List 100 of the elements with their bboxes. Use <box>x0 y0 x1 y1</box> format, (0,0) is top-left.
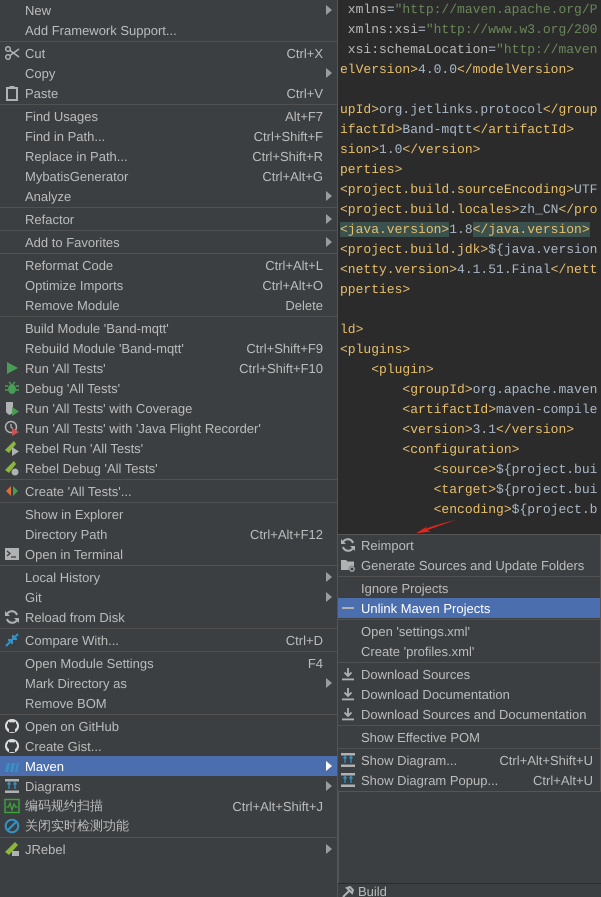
menu-item[interactable]: Rebuild Module 'Band-mqtt' Ctrl+Shift+F9 <box>0 338 337 358</box>
menu-item[interactable]: Unlink Maven Projects <box>338 598 600 618</box>
menu-item[interactable]: 关闭实时检测功能 <box>0 816 337 836</box>
menu-item[interactable]: Compare With... Ctrl+D <box>0 630 337 650</box>
code-line: <version>3.1</version> <box>401 421 574 439</box>
menu-item[interactable]: Optimize Imports Ctrl+Alt+O <box>0 275 337 295</box>
code-line: <netty.version>4.1.51.Final</nett <box>340 261 598 279</box>
rocket-bug-icon <box>4 460 20 476</box>
menu-item[interactable]: Local History <box>0 567 337 587</box>
minus-icon <box>342 607 354 609</box>
menu-item[interactable]: Reimport <box>338 535 600 555</box>
menu-item[interactable]: JRebel <box>0 839 337 859</box>
menu-item[interactable]: Diagrams <box>0 776 337 796</box>
menu-item[interactable]: Find in Path... Ctrl+Shift+F <box>0 126 337 146</box>
compare-arrows-icon <box>4 632 20 648</box>
bug-icon <box>4 380 20 396</box>
code-line: <artifactId>maven-compile <box>401 401 598 419</box>
terminal-icon <box>4 546 20 562</box>
menu-item[interactable]: Create Gist... <box>0 736 337 756</box>
shortcut-label: Ctrl+Alt+Shift+U <box>498 752 593 768</box>
shortcut-label: Ctrl+Alt+L <box>264 258 323 272</box>
waveform-icon <box>4 798 20 814</box>
menu-item[interactable]: Download Sources <box>338 664 600 684</box>
menu-item[interactable]: Directory Path Ctrl+Alt+F12 <box>0 524 337 544</box>
code-line: xmlns:xsi="http://www.w3.org/200 <box>346 21 598 39</box>
shortcut-label: Delete <box>284 298 323 312</box>
shortcut-label: Ctrl+Alt+F12 <box>249 526 323 542</box>
menu-item[interactable]: Open 'settings.xml' <box>338 621 600 641</box>
menu-item[interactable]: Open in Terminal <box>0 544 337 564</box>
menu-item[interactable]: Build Module 'Band-mqtt' <box>0 318 337 338</box>
clipboard-icon <box>4 85 20 101</box>
cat-logo-icon <box>4 718 20 734</box>
menu-item[interactable]: Maven <box>0 756 337 776</box>
menu-item[interactable]: Create 'profiles.xml' <box>338 641 600 661</box>
shortcut-label: Ctrl+Shift+R <box>251 148 323 164</box>
code-line: xmlns="http://maven.apache.org/P <box>346 1 598 19</box>
menu-item[interactable]: Show in Explorer <box>0 504 337 524</box>
refresh-icon <box>340 537 356 553</box>
diagram-icon <box>4 778 20 794</box>
cat-logo-icon <box>4 738 20 754</box>
menu-item[interactable]: Generate Sources and Update Folders <box>338 555 600 575</box>
shortcut-label: Ctrl+X <box>286 46 323 60</box>
arrows-icon <box>4 483 20 499</box>
shortcut-label: Ctrl+Alt+U <box>532 772 593 788</box>
code-line: <project.build.sourceEncoding>UTF <box>340 181 598 199</box>
menu-item[interactable]: 编码规约扫描 Ctrl+Alt+Shift+J <box>0 796 337 816</box>
menu-item[interactable]: Refactor <box>0 209 337 229</box>
rocket-icon <box>4 841 20 857</box>
shortcut-label: Ctrl+Shift+F <box>252 128 323 144</box>
menu-item[interactable]: Rebel Debug 'All Tests' <box>0 458 337 478</box>
menu-item[interactable]: Find Usages Alt+F7 <box>0 106 337 126</box>
shortcut-label: Ctrl+V <box>286 86 323 100</box>
menu-item[interactable]: Analyze <box>0 186 337 206</box>
clock-play-icon <box>4 420 20 436</box>
menu-item[interactable]: Reload from Disk <box>0 607 337 627</box>
code-line: sion>1.0</version> <box>340 141 480 159</box>
code-line: upId>org.jetlinks.protocol</group <box>340 101 598 119</box>
menu-item[interactable]: Run 'All Tests' Ctrl+Shift+F10 <box>0 358 337 378</box>
menu-item[interactable]: Show Diagram... Ctrl+Alt+Shift+U <box>338 750 600 770</box>
code-line: <encoding>${project.b <box>432 501 598 519</box>
code-line: <configuration> <box>401 441 520 459</box>
shortcut-label: Ctrl+Alt+G <box>261 168 323 184</box>
menu-item[interactable]: Remove Module Delete <box>0 295 337 315</box>
menu-item[interactable]: Copy <box>0 63 337 83</box>
code-line: <groupId>org.apache.maven <box>401 381 598 399</box>
menu-item[interactable]: Reformat Code Ctrl+Alt+L <box>0 255 337 275</box>
menu-item[interactable]: Download Documentation <box>338 684 600 704</box>
shortcut-label: Ctrl+Alt+O <box>261 278 323 292</box>
menu-item[interactable]: New <box>0 0 337 20</box>
refresh-icon <box>4 609 20 625</box>
code-line: <plugins> <box>340 341 410 359</box>
menu-item[interactable]: Mark Directory as <box>0 673 337 693</box>
code-line: xsi:schemaLocation="http://maven <box>346 41 598 59</box>
menu-item[interactable]: Add Framework Support... <box>0 20 337 40</box>
menu-item[interactable]: Show Diagram Popup... Ctrl+Alt+U <box>338 770 600 790</box>
menu-item[interactable]: Create 'All Tests'... <box>0 481 337 501</box>
tool-window-tab[interactable]: Build <box>342 884 387 897</box>
menu-item[interactable]: Cut Ctrl+X <box>0 43 337 63</box>
menu-item[interactable]: Run 'All Tests' with Coverage <box>0 398 337 418</box>
menu-item[interactable]: Debug 'All Tests' <box>0 378 337 398</box>
menu-item[interactable]: Paste Ctrl+V <box>0 83 337 103</box>
menu-item[interactable]: Add to Favorites <box>0 232 337 252</box>
menu-item[interactable]: Show Effective POM <box>338 727 600 747</box>
code-line: elVersion>4.0.0</modelVersion> <box>340 61 574 79</box>
menu-item[interactable]: Replace in Path... Ctrl+Shift+R <box>0 146 337 166</box>
download-icon <box>340 706 356 722</box>
annotation-arrow <box>416 520 456 534</box>
menu-item[interactable]: Git <box>0 587 337 607</box>
diagram-icon <box>340 772 356 788</box>
menu-item[interactable]: MybatisGenerator Ctrl+Alt+G <box>0 166 337 186</box>
download-icon <box>340 686 356 702</box>
menu-item[interactable]: Ignore Projects <box>338 578 600 598</box>
menu-item[interactable]: Open on GitHub <box>0 716 337 736</box>
menu-item[interactable]: Rebel Run 'All Tests' <box>0 438 337 458</box>
menu-item[interactable]: Remove BOM <box>0 693 337 713</box>
menu-item[interactable]: Download Sources and Documentation <box>338 704 600 724</box>
prohibited-icon <box>4 818 20 834</box>
code-line: ld> <box>340 321 364 339</box>
menu-item[interactable]: Run 'All Tests' with 'Java Flight Recorder' <box>0 418 337 438</box>
menu-item[interactable]: Open Module Settings F4 <box>0 653 337 673</box>
